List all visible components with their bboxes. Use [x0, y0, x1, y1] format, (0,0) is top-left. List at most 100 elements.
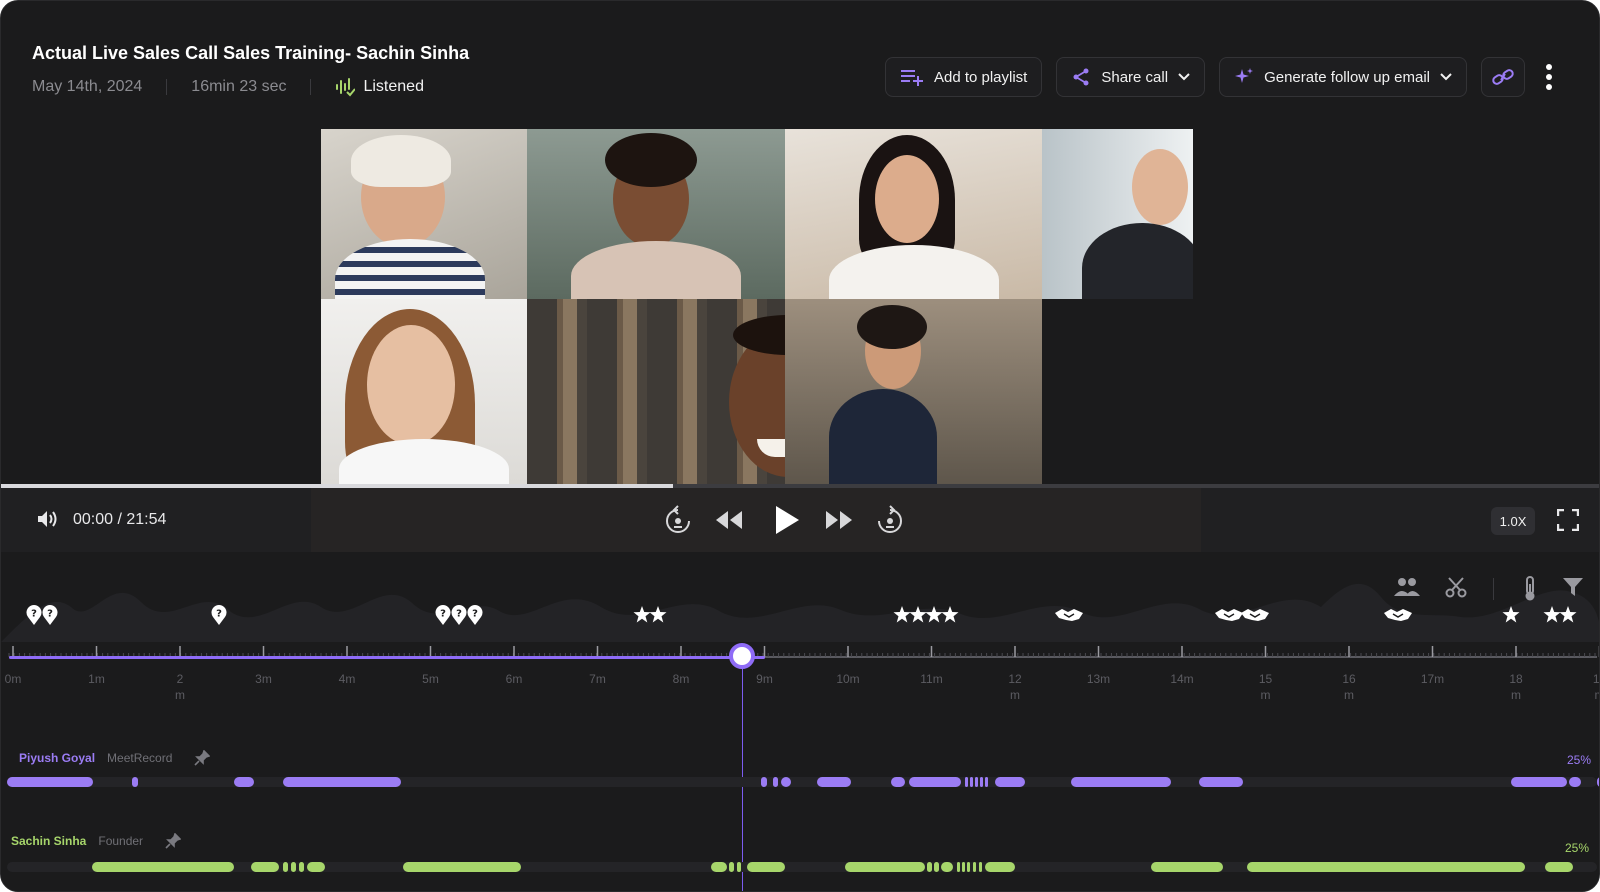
- talk-segment[interactable]: [1199, 777, 1243, 787]
- talk-segment[interactable]: [985, 777, 988, 787]
- talk-segment[interactable]: [980, 777, 983, 787]
- talk-segment[interactable]: [970, 777, 973, 787]
- copy-link-button[interactable]: [1481, 57, 1525, 97]
- fullscreen-icon[interactable]: [1557, 509, 1579, 531]
- star-marker-group[interactable]: [893, 604, 959, 626]
- talk-segment[interactable]: [773, 777, 778, 787]
- talk-segment[interactable]: [995, 777, 1025, 787]
- talk-segment[interactable]: [891, 777, 905, 787]
- playhead-handle[interactable]: [729, 643, 755, 669]
- talk-segment[interactable]: [761, 777, 767, 787]
- talk-segment[interactable]: [729, 862, 734, 872]
- axis-tick-label: 17m: [1420, 672, 1445, 686]
- talk-segment[interactable]: [234, 777, 254, 787]
- handshake-marker-icon[interactable]: [1239, 604, 1271, 626]
- talk-segment[interactable]: [985, 862, 1015, 872]
- svg-text:?: ?: [440, 609, 446, 620]
- question-marker-icon[interactable]: ?: [41, 604, 59, 626]
- question-marker-icon[interactable]: ?: [466, 604, 484, 626]
- talk-segment[interactable]: [817, 777, 851, 787]
- video-frame[interactable]: [321, 129, 1193, 485]
- talk-segment[interactable]: [845, 862, 925, 872]
- play-icon[interactable]: [773, 504, 801, 536]
- generate-follow-up-email-button[interactable]: Generate follow up email: [1219, 57, 1467, 97]
- pin-icon[interactable]: [165, 833, 182, 849]
- talk-segment[interactable]: [92, 862, 234, 872]
- question-marker-group[interactable]: ???: [434, 604, 484, 626]
- share-call-label: Share call: [1101, 68, 1169, 86]
- talk-segment[interactable]: [1071, 777, 1171, 787]
- add-to-playlist-button[interactable]: Add to playlist: [884, 57, 1043, 97]
- talk-segment[interactable]: [962, 862, 965, 872]
- participant-tile: [321, 299, 527, 485]
- handshake-marker-group[interactable]: [1213, 604, 1269, 626]
- talk-segment[interactable]: [283, 862, 288, 872]
- question-marker-icon[interactable]: ?: [210, 604, 228, 626]
- call-timeline: ?????? 0m 1m 2 m 3m 4m 5m 6m 7m 8m 9m 10m 11m 12 m 13m 1…: [1, 552, 1599, 891]
- volume-icon[interactable]: [37, 510, 59, 528]
- playback-time: 00:00 / 21:54: [73, 511, 167, 528]
- scissors-icon[interactable]: [1445, 576, 1467, 598]
- talk-segment[interactable]: [132, 777, 138, 787]
- talk-segment[interactable]: [403, 862, 521, 872]
- participant-tile: [321, 129, 527, 299]
- skip-forward-icon[interactable]: [824, 509, 854, 531]
- talk-segment[interactable]: [291, 862, 296, 872]
- question-marker-group[interactable]: ?: [210, 604, 228, 626]
- speaker-track-sachin[interactable]: [7, 862, 1597, 872]
- star-marker-group[interactable]: [1543, 604, 1577, 626]
- talk-segment[interactable]: [711, 862, 727, 872]
- playback-speed-button[interactable]: 1.0X: [1491, 507, 1535, 535]
- talk-segment[interactable]: [1511, 777, 1567, 787]
- talk-segment[interactable]: [737, 862, 741, 872]
- star-marker-icon[interactable]: [649, 604, 667, 626]
- handshake-marker-group[interactable]: [1053, 604, 1083, 626]
- participants-filter-icon[interactable]: [1394, 576, 1420, 598]
- rewind-10-icon[interactable]: [664, 505, 692, 535]
- star-marker-icon[interactable]: [1502, 604, 1520, 626]
- star-marker-icon[interactable]: [1559, 604, 1577, 626]
- talk-segment[interactable]: [941, 862, 953, 872]
- thermometer-icon[interactable]: [1522, 576, 1538, 602]
- forward-10-icon[interactable]: [876, 505, 904, 535]
- question-marker-group[interactable]: ??: [25, 604, 59, 626]
- talk-segment[interactable]: [307, 862, 325, 872]
- talk-segment[interactable]: [927, 862, 932, 872]
- axis-tick-label: 18 m: [1509, 672, 1523, 702]
- filter-icon[interactable]: [1562, 576, 1584, 598]
- axis-tick-label: 2m: [175, 672, 185, 702]
- talk-segment[interactable]: [909, 777, 961, 787]
- star-marker-group[interactable]: [633, 604, 667, 626]
- talk-segment[interactable]: [299, 862, 304, 872]
- talk-segment[interactable]: [1247, 862, 1525, 872]
- star-marker-icon[interactable]: [941, 604, 959, 626]
- talk-segment[interactable]: [965, 777, 968, 787]
- talk-segment[interactable]: [957, 862, 960, 872]
- handshake-marker-icon[interactable]: [1053, 604, 1085, 626]
- talk-segment[interactable]: [975, 777, 978, 787]
- handshake-marker-group[interactable]: [1382, 604, 1412, 626]
- pin-icon[interactable]: [194, 750, 211, 766]
- talk-segment[interactable]: [979, 862, 982, 872]
- handshake-marker-icon[interactable]: [1382, 604, 1414, 626]
- talk-segment[interactable]: [973, 862, 976, 872]
- share-call-button[interactable]: Share call: [1056, 57, 1206, 97]
- speaker-track-piyush[interactable]: [7, 777, 1599, 787]
- talk-segment[interactable]: [283, 777, 401, 787]
- skip-back-icon[interactable]: [714, 509, 744, 531]
- talk-segment[interactable]: [967, 862, 970, 872]
- player-controls: 00:00 / 21:54 1.0X: [1, 488, 1599, 552]
- talk-segment[interactable]: [781, 777, 791, 787]
- talk-segment[interactable]: [1569, 777, 1581, 787]
- more-options-icon[interactable]: [1543, 57, 1555, 97]
- star-marker-group[interactable]: [1502, 604, 1520, 626]
- talk-segment[interactable]: [7, 777, 93, 787]
- talk-segment[interactable]: [1151, 862, 1223, 872]
- talk-segment[interactable]: [934, 862, 939, 872]
- sparkle-icon: [1235, 68, 1254, 83]
- talk-segment[interactable]: [251, 862, 279, 872]
- call-meta: May 14th, 2024 16min 23 sec Listened: [32, 77, 424, 97]
- participant-tile: [527, 129, 785, 299]
- talk-segment[interactable]: [747, 862, 785, 872]
- talk-segment[interactable]: [1545, 862, 1573, 872]
